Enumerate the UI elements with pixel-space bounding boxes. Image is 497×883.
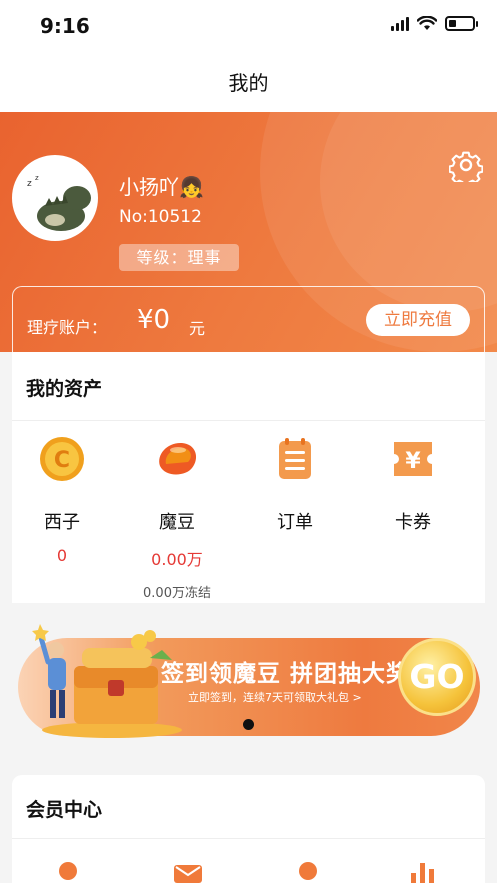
username: 小扬吖👧 xyxy=(119,175,204,199)
cellular-signal-icon xyxy=(391,16,409,31)
level-badge: 等级：理事 xyxy=(119,244,239,271)
bar-chart-icon[interactable] xyxy=(407,859,439,883)
asset-label: 卡券 xyxy=(395,512,431,533)
status-time: 9:16 xyxy=(40,14,90,38)
envelope-icon[interactable] xyxy=(172,859,204,883)
assets-title: 我的资产 xyxy=(26,378,103,400)
carousel-indicator xyxy=(243,719,254,730)
gear-icon[interactable] xyxy=(449,148,483,182)
coin-c-icon: C xyxy=(40,437,84,481)
member-center-title: 会员中心 xyxy=(26,799,103,821)
asset-item-coupons[interactable]: ¥ 卡券 xyxy=(363,436,463,534)
coupon-yen-icon: ¥ xyxy=(394,442,432,476)
asset-value: 0 xyxy=(56,546,68,565)
svg-text:C: C xyxy=(54,448,70,473)
asset-item-xizi[interactable]: C 西子 0 xyxy=(12,436,112,565)
asset-item-modou[interactable]: 魔豆 0.00万 0.00万冻结 xyxy=(127,436,227,601)
user-number: No:10512 xyxy=(119,207,202,227)
asset-item-orders[interactable]: 订单 xyxy=(245,436,345,534)
svg-text:z: z xyxy=(27,179,32,189)
divider xyxy=(12,420,485,421)
account-label: 理疗账户： xyxy=(27,318,108,337)
banner-title: 签到领魔豆 拼团抽大奖 xyxy=(161,661,411,687)
banner-subtitle: 立即签到，连续7天可领取大礼包 > xyxy=(188,691,362,704)
avatar[interactable]: z z xyxy=(12,155,98,241)
promo-banner[interactable]: 签到领魔豆 拼团抽大奖 立即签到，连续7天可领取大礼包 > GO xyxy=(12,618,485,742)
go-button[interactable]: GO xyxy=(398,638,476,716)
asset-label: 魔豆 xyxy=(159,512,195,533)
divider xyxy=(12,838,485,839)
dinosaur-avatar-icon: z z xyxy=(15,158,95,238)
my-assets-card: 我的资产 C 西子 0 魔豆 0.00万 0.00万冻结 订单 ¥ 卡券 xyxy=(12,352,485,603)
person-icon[interactable] xyxy=(52,859,84,883)
therapy-account-card: 理疗账户： ¥0 元 立即充值 xyxy=(12,286,485,354)
member-center-card: 会员中心 xyxy=(12,775,485,883)
status-bar: 9:16 xyxy=(0,0,497,54)
wifi-icon xyxy=(417,16,437,30)
order-list-icon xyxy=(279,438,311,479)
recharge-button[interactable]: 立即充值 xyxy=(366,304,470,336)
account-amount: ¥0 xyxy=(137,305,171,335)
account-unit: 元 xyxy=(189,319,206,338)
svg-text:¥: ¥ xyxy=(405,449,421,474)
magic-bean-icon xyxy=(159,442,197,475)
svg-text:z: z xyxy=(35,174,39,182)
asset-frozen-amount: 0.00万冻结 xyxy=(143,586,211,601)
user-icon[interactable] xyxy=(292,859,324,883)
battery-icon xyxy=(445,16,478,31)
asset-value: 0.00万 xyxy=(151,550,203,569)
status-icons xyxy=(391,16,478,31)
asset-label: 订单 xyxy=(277,512,313,533)
page-title: 我的 xyxy=(228,71,269,95)
asset-label: 西子 xyxy=(44,512,80,533)
nav-bar: 我的 xyxy=(0,54,497,112)
